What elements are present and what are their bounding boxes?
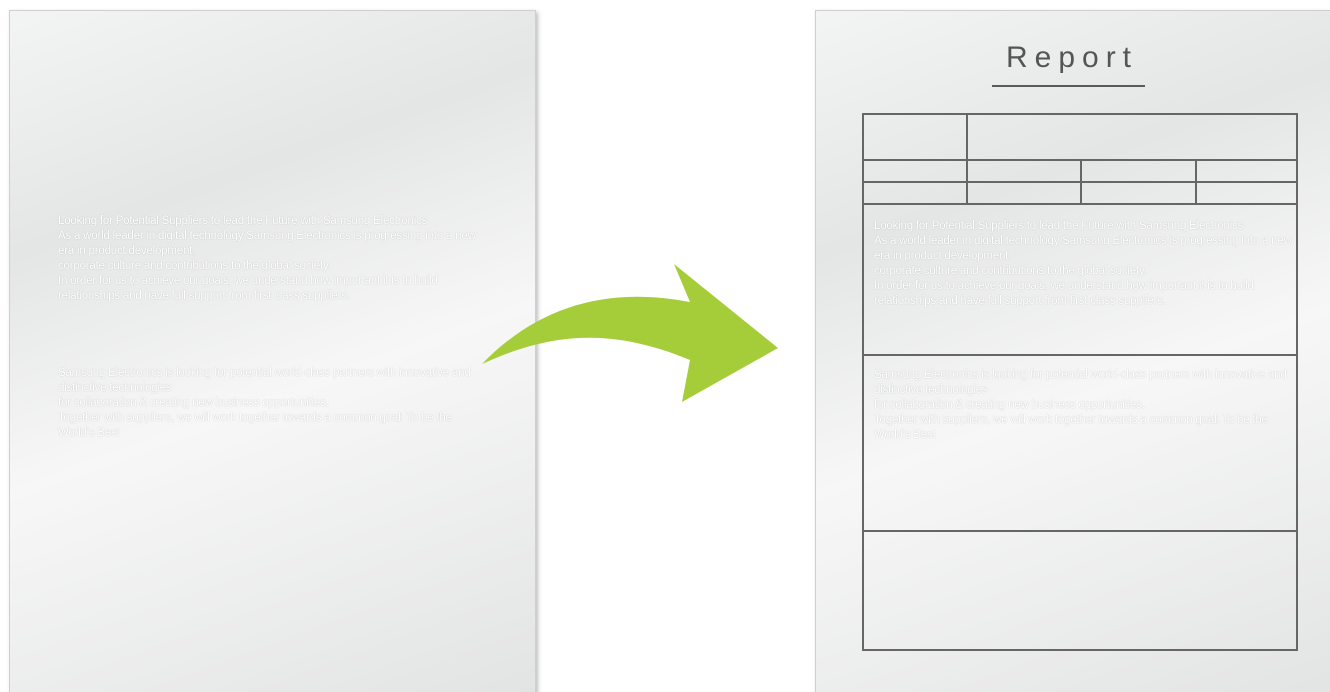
plain-paragraph-2-line: Samsung Electronics is looking for poten… [58, 367, 471, 394]
report-paragraph-1-line: As a world leader in digital technology … [874, 235, 1292, 262]
plain-paragraph-2-line: for collaboration & creating new busines… [58, 397, 329, 409]
arrow-shape [482, 264, 778, 402]
report-paragraph-2-line: Samsung Electronics is looking for poten… [874, 369, 1287, 396]
plain-document-page: Looking for Potential Suppliers to lead … [9, 10, 536, 692]
plain-paragraph-1: Looking for Potential Suppliers to lead … [58, 214, 486, 304]
report-paragraph-2-line: Together with suppliers, we will work to… [874, 414, 1268, 441]
title-underline [992, 85, 1145, 87]
plain-paragraph-1-line: In order for us to achieve our goals, we… [58, 275, 438, 302]
report-paragraph-2-line: for collaboration & creating new busines… [874, 399, 1145, 411]
form-column-divider [966, 115, 968, 205]
report-paragraph-1-line: In order for us to achieve our goals, we… [874, 280, 1254, 307]
report-form-page: Report Looking for Potential Suppliers t… [815, 10, 1330, 692]
report-title: Report [1005, 41, 1139, 74]
report-paragraph-2: Samsung Electronics is looking for poten… [874, 368, 1298, 443]
diagram-canvas: Looking for Potential Suppliers to lead … [0, 0, 1330, 692]
plain-paragraph-2: Samsung Electronics is looking for poten… [58, 366, 486, 441]
report-paragraph-1: Looking for Potential Suppliers to lead … [874, 219, 1298, 309]
form-column-divider [1080, 159, 1082, 205]
plain-paragraph-1-line: As a world leader in digital technology … [58, 230, 476, 257]
report-paragraph-1-line: corporate culture and contributions to t… [874, 265, 1147, 277]
report-paragraph-1-line: Looking for Potential Suppliers to lead … [874, 220, 1244, 232]
plain-paragraph-1-line: corporate culture and contributions to t… [58, 260, 331, 272]
form-divider [864, 354, 1296, 356]
form-column-divider [1195, 159, 1197, 205]
form-divider [864, 530, 1296, 532]
plain-paragraph-2-line: Together with suppliers, we will work to… [58, 412, 452, 439]
curved-arrow-icon [482, 264, 778, 402]
report-form-table: Looking for Potential Suppliers to lead … [862, 113, 1298, 651]
plain-paragraph-1-line: Looking for Potential Suppliers to lead … [58, 215, 428, 227]
